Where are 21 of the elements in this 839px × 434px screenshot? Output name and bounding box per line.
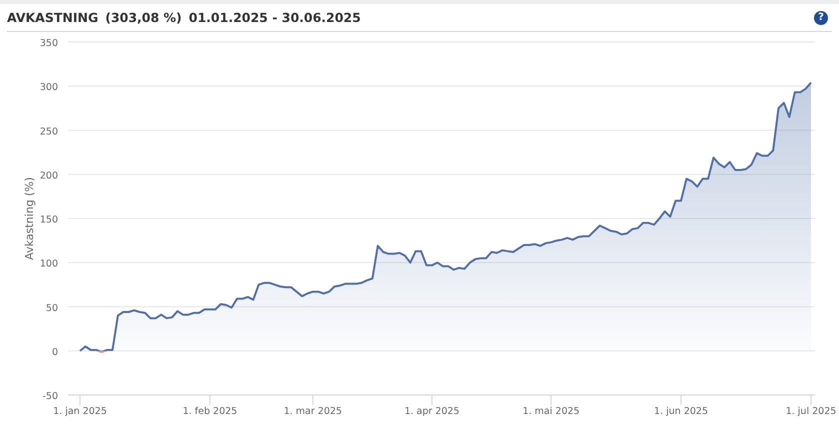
axis-label: 200 xyxy=(40,170,58,182)
axis-label: -50 xyxy=(42,391,58,402)
axis-label: 1. jan 2025 xyxy=(53,406,107,417)
axis-label: 250 xyxy=(40,126,58,138)
return-value: (303,08 %) xyxy=(105,10,182,25)
axis-label: 150 xyxy=(40,214,58,226)
axis-title: Avkastning (%) xyxy=(23,177,36,260)
axis-label: 0 xyxy=(52,346,58,358)
axis-label: 350 xyxy=(40,38,58,49)
date-range: 01.01.2025 - 30.06.2025 xyxy=(188,10,361,25)
axis-label: 1. mai 2025 xyxy=(522,406,580,417)
axis-label: 1. mar 2025 xyxy=(284,406,342,417)
help-button[interactable]: ? xyxy=(814,10,828,24)
axis-label: 50 xyxy=(46,302,58,314)
axis-label: 1. jun 2025 xyxy=(654,406,708,417)
chart-title: AVKASTNING xyxy=(7,10,98,25)
axis-label: 1. jul 2025 xyxy=(786,406,836,417)
axis-label: 300 xyxy=(40,82,58,94)
axis-label: 1. feb 2025 xyxy=(182,406,238,417)
axis-label: 1. apr 2025 xyxy=(404,406,460,417)
axis-label: 100 xyxy=(40,258,58,270)
